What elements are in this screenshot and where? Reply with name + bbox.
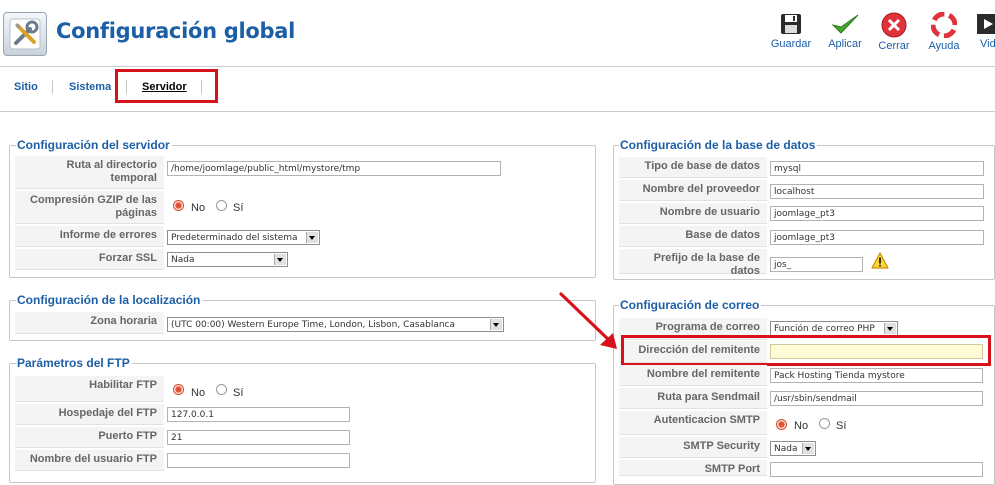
ftp-host-label: Hospedaje del FTP — [15, 404, 164, 425]
smtp-auth-no-label: No — [794, 420, 809, 432]
close-button[interactable]: Cerrar — [869, 12, 919, 60]
smtp-auth-label: Autenticacion SMTP — [619, 411, 767, 435]
timezone-select[interactable]: (UTC 00:00) Western Europe Time, London,… — [167, 317, 504, 332]
timezone-select-value: (UTC 00:00) Western Europe Time, London,… — [171, 320, 456, 330]
chevron-down-icon — [490, 319, 502, 330]
db-type-label: Tipo de base de datos — [619, 157, 767, 178]
gzip-no-radio[interactable] — [173, 200, 184, 211]
video-icon — [977, 14, 995, 34]
ftp-port-input[interactable]: 21 — [167, 430, 350, 445]
mail-name-label: Nombre del remitente — [619, 365, 767, 386]
page-title: Configuración global — [56, 19, 296, 43]
ftp-user-input[interactable] — [167, 453, 350, 468]
smtp-auth-si-label: Sí — [836, 420, 847, 432]
ftp-no-label: No — [191, 387, 206, 399]
mail-legend: Configuración de correo — [619, 298, 762, 312]
tab-sitio[interactable]: Sitio — [14, 81, 38, 93]
ftp-si-label: Sí — [233, 387, 244, 399]
chevron-down-icon — [274, 254, 286, 265]
db-user-label: Nombre de usuario — [619, 203, 767, 224]
db-name-label: Base de datos — [619, 226, 767, 247]
db-host-label: Nombre del proveedor — [619, 180, 767, 201]
page-header: Configuración global Guardar Aplicar Cer… — [0, 0, 995, 67]
smtp-auth-si-radio[interactable] — [819, 418, 830, 429]
ftp-legend: Parámetros del FTP — [16, 356, 132, 370]
warning-icon — [871, 252, 889, 269]
timezone-label: Zona horaria — [15, 312, 164, 334]
db-host-input[interactable]: localhost — [770, 184, 984, 199]
video-label: Vid — [980, 38, 995, 50]
close-label: Cerrar — [878, 40, 910, 52]
video-button[interactable]: Vid — [969, 12, 995, 60]
tab-divider — [52, 80, 53, 94]
database-legend: Configuración de la base de datos — [619, 138, 818, 152]
tab-sistema[interactable]: Sistema — [69, 81, 111, 93]
ftp-user-label: Nombre del usuario FTP — [15, 450, 164, 471]
apply-label: Aplicar — [828, 38, 862, 50]
ssl-select-value: Nada — [171, 255, 195, 265]
errors-select[interactable]: Predeterminado del sistema — [167, 230, 320, 245]
db-name-input[interactable]: joomlage_pt3 — [770, 230, 984, 245]
smtp-security-select[interactable]: Nada — [770, 441, 816, 456]
mail-program-select[interactable]: Función de correo PHP — [770, 321, 898, 336]
save-label: Guardar — [770, 38, 812, 50]
errors-select-value: Predeterminado del sistema — [171, 233, 298, 243]
tmp-path-label: Ruta al directorio temporal — [15, 156, 164, 189]
help-icon — [931, 12, 957, 38]
ftp-si-radio[interactable] — [216, 384, 227, 395]
smtp-port-label: SMTP Port — [619, 460, 767, 476]
db-user-input[interactable]: joomlage_pt3 — [770, 206, 984, 221]
ftp-host-input[interactable]: 127.0.0.1 — [167, 407, 350, 422]
server-config-legend: Configuración del servidor — [16, 138, 172, 152]
errors-label: Informe de errores — [15, 226, 164, 247]
gzip-label: Compresión GZIP de las páginas — [15, 191, 164, 224]
annotation-arrow-icon — [559, 292, 617, 349]
tmp-path-input[interactable]: /home/joomlage/public_html/mystore/tmp — [167, 161, 501, 176]
highlight-box-mail-from — [621, 335, 991, 366]
mail-name-input[interactable]: Pack Hosting Tienda mystore — [770, 368, 983, 383]
ftp-port-label: Puerto FTP — [15, 427, 164, 448]
close-icon — [881, 12, 907, 38]
check-icon — [831, 14, 859, 34]
sendmail-input[interactable]: /usr/sbin/sendmail — [770, 391, 983, 406]
db-type-input[interactable]: mysql — [770, 161, 984, 176]
save-button[interactable]: Guardar — [766, 12, 816, 60]
apply-button[interactable]: Aplicar — [820, 12, 870, 60]
gzip-si-label: Sí — [233, 202, 244, 214]
save-icon — [781, 14, 801, 34]
gzip-si-radio[interactable] — [216, 200, 227, 211]
ssl-select[interactable]: Nada — [167, 252, 288, 267]
smtp-port-input[interactable] — [770, 462, 983, 477]
locale-legend: Configuración de la localización — [16, 293, 203, 307]
ftp-enable-label: Habilitar FTP — [15, 376, 164, 402]
ssl-label: Forzar SSL — [15, 249, 164, 270]
db-prefix-label: Prefijo de la base de datos — [619, 249, 767, 277]
smtp-security-label: SMTP Security — [619, 437, 767, 458]
smtp-auth-no-radio[interactable] — [776, 419, 787, 430]
highlight-box-tab — [115, 69, 218, 103]
help-label: Ayuda — [928, 40, 960, 52]
config-tools-icon — [3, 12, 47, 56]
chevron-down-icon — [306, 232, 318, 243]
chevron-down-icon — [884, 323, 896, 334]
ftp-no-radio[interactable] — [173, 384, 184, 395]
db-prefix-input[interactable]: jos_ — [770, 257, 863, 272]
smtp-security-value: Nada — [774, 444, 798, 454]
sendmail-label: Ruta para Sendmail — [619, 388, 767, 409]
mail-program-value: Función de correo PHP — [774, 324, 875, 334]
gzip-no-label: No — [191, 202, 206, 214]
help-button[interactable]: Ayuda — [919, 12, 969, 60]
chevron-down-icon — [802, 443, 814, 454]
